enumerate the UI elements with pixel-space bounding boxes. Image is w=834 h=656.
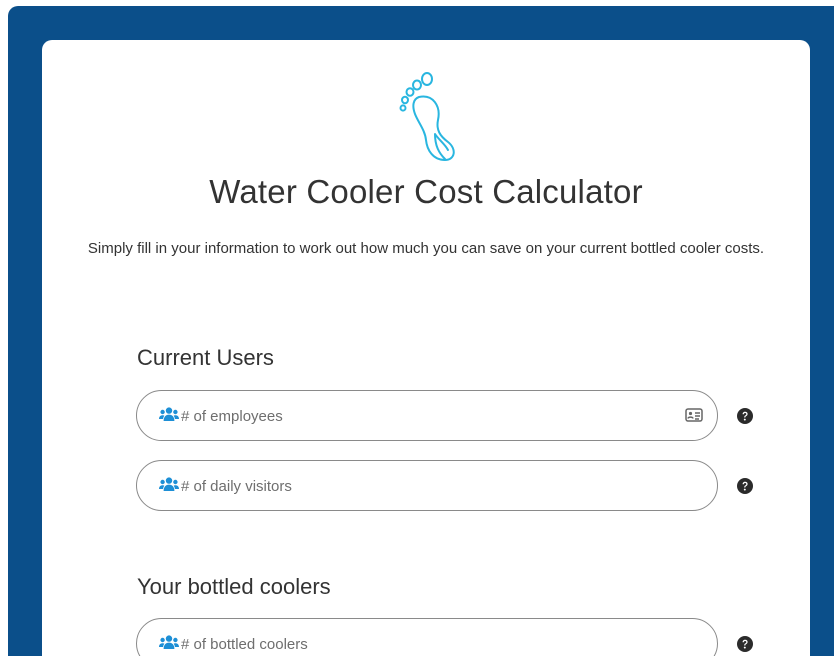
daily-visitors-field[interactable] bbox=[136, 460, 718, 511]
calculator-card: Water Cooler Cost Calculator Simply fill… bbox=[42, 40, 810, 656]
daily-visitors-input[interactable] bbox=[181, 471, 661, 501]
users-icon bbox=[159, 635, 179, 649]
bottled-coolers-field[interactable] bbox=[136, 618, 718, 656]
users-icon bbox=[159, 477, 179, 491]
help-icon[interactable] bbox=[737, 636, 753, 652]
help-icon[interactable] bbox=[737, 478, 753, 494]
page-subtitle: Simply fill in your information to work … bbox=[87, 240, 765, 257]
section-heading-bottled-coolers: Your bottled coolers bbox=[137, 574, 331, 599]
bottled-coolers-input[interactable] bbox=[181, 629, 661, 656]
page-frame: Water Cooler Cost Calculator Simply fill… bbox=[8, 6, 834, 656]
employees-input[interactable] bbox=[181, 401, 661, 431]
users-icon bbox=[159, 407, 179, 421]
help-icon[interactable] bbox=[737, 408, 753, 424]
contact-card-icon[interactable] bbox=[685, 408, 703, 422]
employees-field[interactable] bbox=[136, 390, 718, 441]
section-heading-current-users: Current Users bbox=[137, 345, 274, 370]
page-title: Water Cooler Cost Calculator bbox=[209, 173, 643, 210]
footprint-leaf-icon bbox=[399, 72, 455, 161]
